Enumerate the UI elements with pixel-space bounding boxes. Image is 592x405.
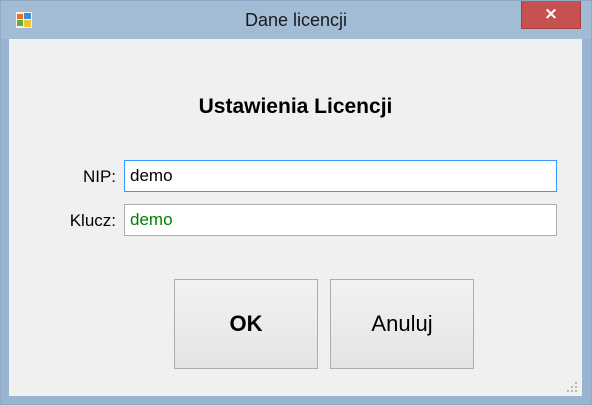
cancel-button[interactable]: Anuluj bbox=[330, 279, 474, 369]
key-input[interactable] bbox=[124, 204, 557, 236]
close-icon: × bbox=[543, 4, 559, 24]
nip-label: NIP: bbox=[82, 167, 116, 186]
title-bar[interactable]: Dane licencji bbox=[1, 1, 591, 39]
close-button[interactable]: × bbox=[521, 1, 581, 29]
nip-input[interactable] bbox=[124, 160, 557, 192]
form-heading: Ustawienia Licencji bbox=[198, 95, 393, 118]
key-label: Klucz: bbox=[69, 211, 116, 230]
dialog-body: Ustawienia Licencji NIP: Klucz: OK Anulu… bbox=[9, 39, 582, 396]
resize-grip-icon[interactable] bbox=[566, 380, 578, 392]
ok-button[interactable]: OK bbox=[174, 279, 318, 369]
dialog-window: Dane licencji × Ustawienia Licencji NIP:… bbox=[0, 0, 592, 405]
window-title: Dane licencji bbox=[244, 10, 348, 30]
